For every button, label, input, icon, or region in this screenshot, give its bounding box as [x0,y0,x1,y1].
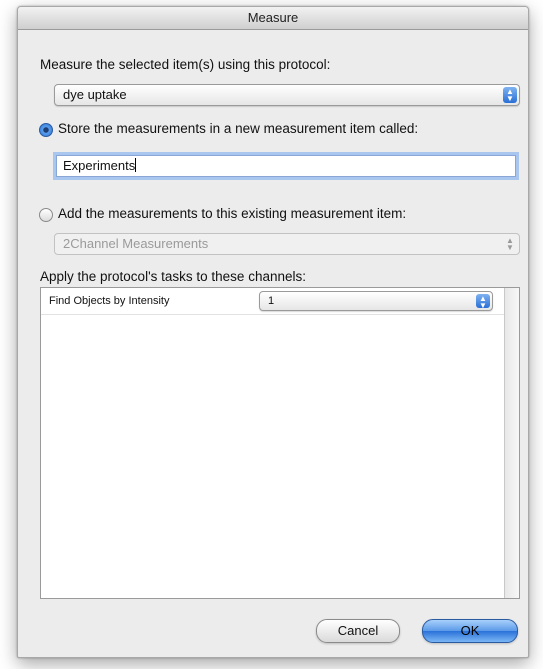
channels-label: Apply the protocol's tasks to these chan… [40,269,306,284]
channel-popup[interactable]: 1 ▲ ▼ [259,291,493,311]
cancel-button[interactable]: Cancel [316,619,400,643]
popup-arrows-icon: ▲ ▼ [506,236,514,252]
new-item-name-value: Experiments [63,158,136,173]
protocol-popup-value: dye uptake [63,87,127,102]
protocol-label: Measure the selected item(s) using this … [40,57,331,72]
ok-button[interactable]: OK [422,619,518,643]
add-existing-label[interactable]: Add the measurements to this existing me… [58,206,406,221]
measure-dialog: Measure Measure the selected item(s) usi… [17,6,529,658]
existing-item-popup[interactable]: 2Channel Measurements ▲ ▼ [54,233,520,255]
table-row: Find Objects by Intensity 1 ▲ ▼ [41,288,504,315]
channels-table: Find Objects by Intensity 1 ▲ ▼ [40,287,520,599]
protocol-popup[interactable]: dye uptake ▲ ▼ [54,84,520,106]
store-new-label[interactable]: Store the measurements in a new measurem… [58,121,418,136]
table-scrollbar[interactable] [504,288,519,598]
existing-item-popup-value: 2Channel Measurements [63,236,209,251]
task-name-cell: Find Objects by Intensity [49,295,170,307]
add-existing-radio[interactable] [39,208,53,222]
text-caret [135,158,137,172]
window-title: Measure [18,7,528,30]
popup-arrows-icon: ▲ ▼ [503,87,517,103]
channel-popup-value: 1 [268,295,275,307]
popup-arrows-icon: ▲ ▼ [476,294,490,310]
store-new-radio[interactable] [39,123,53,137]
new-item-name-field[interactable]: Experiments [56,155,516,177]
